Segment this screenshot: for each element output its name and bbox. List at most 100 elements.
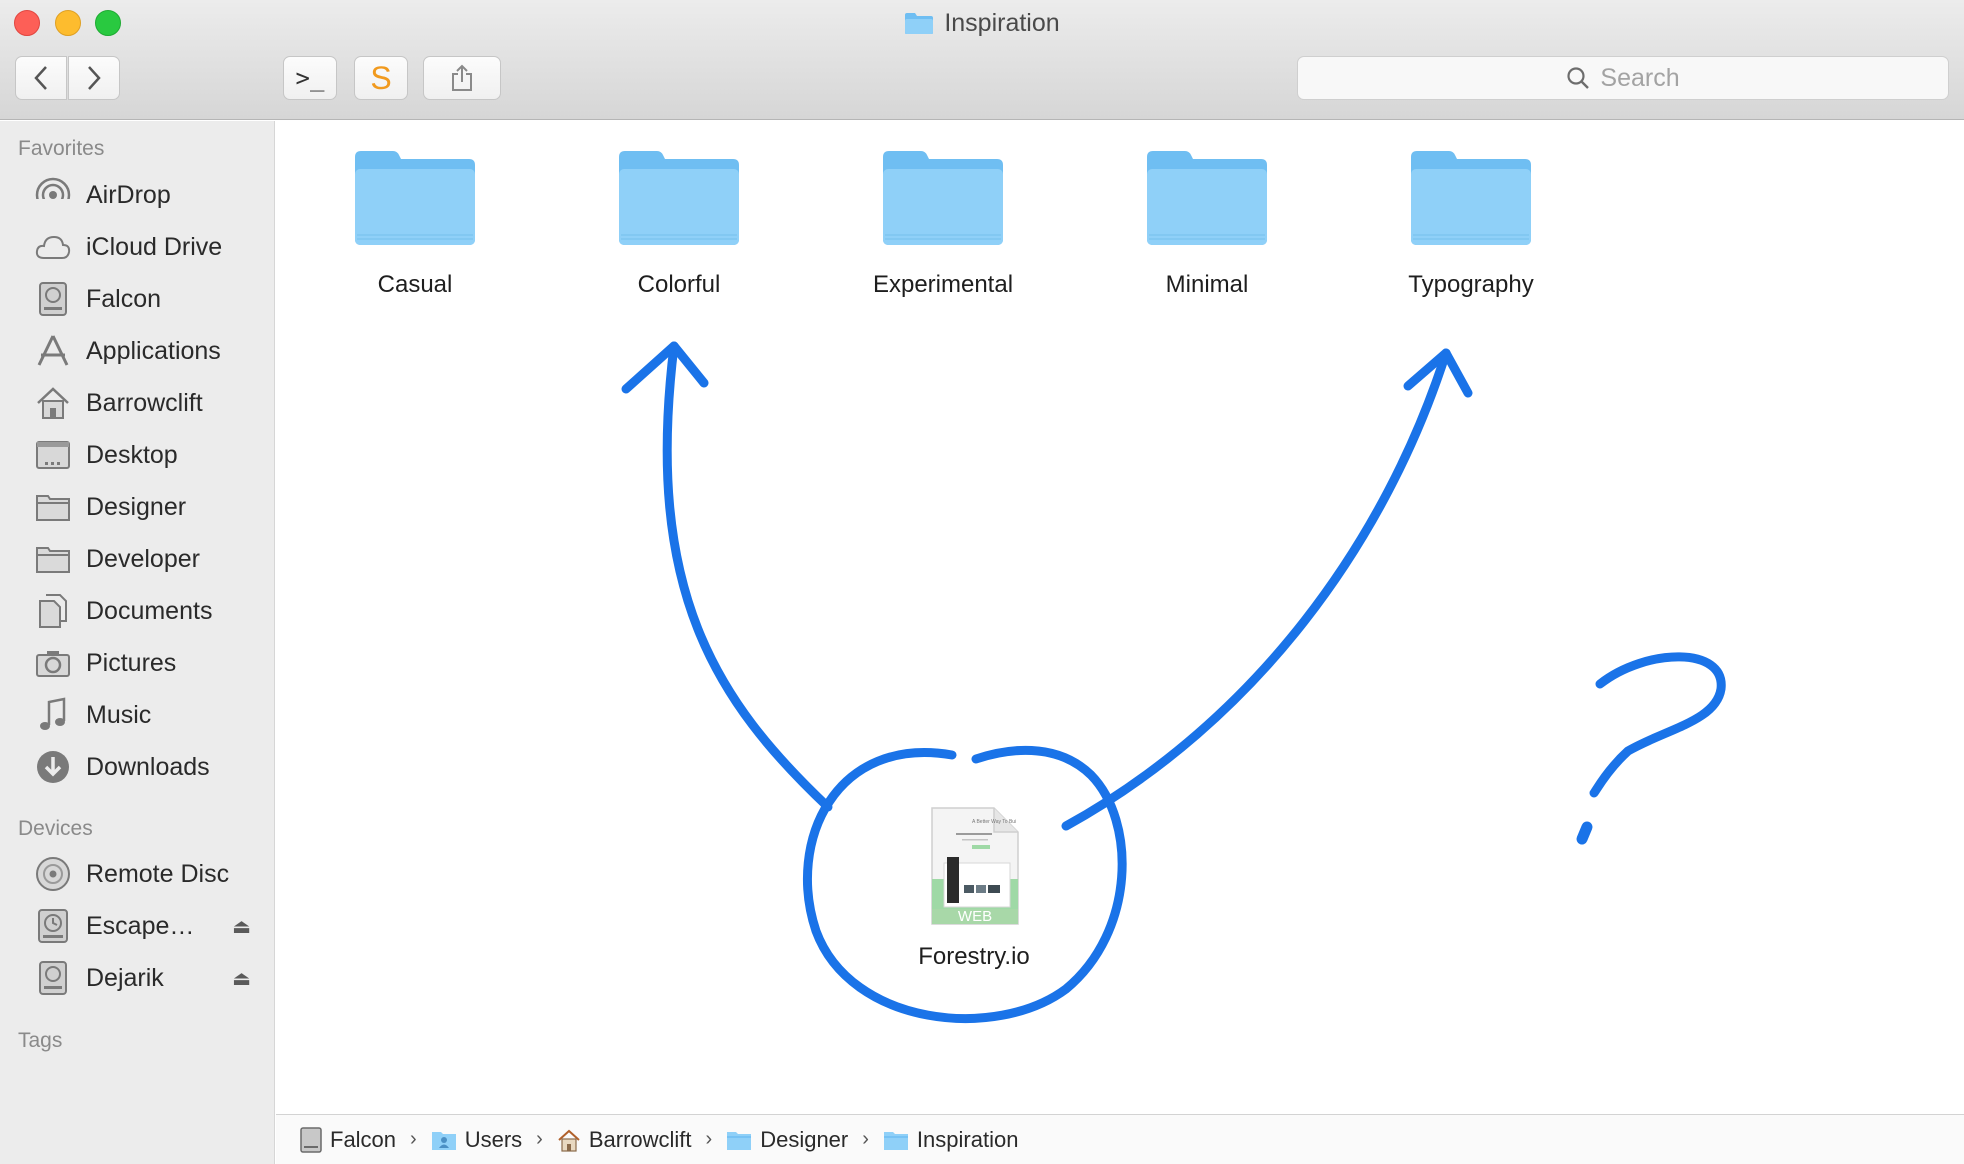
time-machine-icon — [34, 907, 72, 945]
annotation-arrow-left — [662, 341, 833, 812]
devices-heading: Devices — [18, 817, 93, 840]
finder-window: Inspiration >_ S Search Favorites AirDro… — [0, 0, 1964, 1164]
breadcrumb-inspiration[interactable]: Inspiration — [883, 1126, 1019, 1153]
folder-minimal[interactable]: Minimal — [1107, 149, 1307, 299]
chevron-right-icon: › — [410, 1128, 417, 1150]
eject-icon[interactable]: ⏏ — [232, 914, 251, 939]
folder-icon — [727, 1131, 752, 1150]
search-icon — [1567, 67, 1590, 89]
sidebar-item-label: Falcon — [86, 284, 162, 313]
folder-experimental[interactable]: Experimental — [843, 149, 1043, 299]
users-folder-icon — [431, 1131, 456, 1150]
sidebar-item-pictures[interactable]: Pictures — [34, 641, 259, 685]
sidebar-item-label: Dejarik — [86, 963, 164, 992]
sidebar-item-desktop[interactable]: Desktop — [34, 433, 259, 477]
sidebar-item-remote-disc[interactable]: Remote Disc — [34, 852, 259, 896]
disc-icon — [34, 855, 72, 893]
sidebar-item-label: Remote Disc — [86, 859, 230, 888]
sidebar-item-escape[interactable]: Escape… ⏏ — [34, 904, 259, 948]
hard-drive-icon — [300, 1126, 322, 1153]
window-title: Inspiration — [0, 8, 1964, 38]
search-placeholder: Search — [1600, 63, 1680, 92]
folder-label: Casual — [377, 271, 453, 298]
eject-icon[interactable]: ⏏ — [232, 966, 251, 991]
sidebar-item-documents[interactable]: Documents — [34, 589, 259, 633]
sidebar-item-downloads[interactable]: Downloads — [34, 745, 259, 789]
folder-icon — [619, 151, 739, 245]
sidebar-item-label: Desktop — [86, 440, 178, 469]
folder-icon — [904, 11, 934, 35]
sidebar-item-music[interactable]: Music — [34, 693, 259, 737]
home-icon — [34, 384, 72, 422]
forward-button[interactable] — [68, 56, 120, 100]
breadcrumb-users[interactable]: Users — [431, 1127, 522, 1153]
sidebar-item-designer[interactable]: Designer — [34, 485, 259, 529]
breadcrumb-label: Designer — [760, 1126, 849, 1152]
terminal-icon: >_ — [295, 64, 325, 92]
folder-icon — [883, 1131, 908, 1150]
web-document-icon: A Better Way To Bui WEB — [931, 807, 1019, 925]
sidebar-item-label: Escape… — [86, 911, 195, 940]
folder-casual[interactable]: Casual — [315, 149, 515, 299]
breadcrumb-label: Inspiration — [916, 1126, 1019, 1152]
music-note-icon — [34, 696, 72, 734]
window-title-text: Inspiration — [944, 8, 1060, 37]
sidebar-item-label: AirDrop — [86, 180, 171, 209]
chevron-right-icon — [88, 66, 101, 90]
folder-icon — [355, 151, 475, 245]
folder-icon — [1147, 151, 1267, 245]
share-icon — [452, 64, 472, 91]
annotation-arrowhead-left — [621, 341, 709, 394]
folder-icon — [34, 488, 72, 526]
annotation-question-mark — [1589, 652, 1726, 798]
folder-colorful[interactable]: Colorful — [579, 149, 779, 299]
sidebar-item-label: Music — [86, 700, 152, 729]
folder-typography[interactable]: Typography — [1371, 149, 1571, 299]
annotation-arrow-right — [1061, 348, 1451, 831]
breadcrumb-label: Falcon — [330, 1126, 397, 1152]
chevron-left-icon — [34, 66, 47, 90]
search-field[interactable]: Search — [1297, 56, 1949, 100]
sidebar-item-label: Pictures — [86, 648, 177, 677]
thumbnail-heading: A Better Way To Bui — [972, 819, 1016, 825]
desktop-icon — [34, 436, 72, 474]
back-button[interactable] — [15, 56, 67, 100]
sidebar-item-label: Applications — [86, 336, 221, 365]
sidebar-item-label: Documents — [86, 596, 213, 625]
sidebar-item-falcon[interactable]: Falcon — [34, 277, 259, 321]
favorites-heading: Favorites — [18, 137, 105, 160]
cloud-icon — [34, 228, 72, 266]
annotation-arrowhead-right — [1403, 348, 1473, 398]
sidebar-item-developer[interactable]: Developer — [34, 537, 259, 581]
open-terminal-button[interactable]: >_ — [283, 56, 337, 100]
sidebar-item-label: Barrowclift — [86, 388, 203, 417]
hard-drive-icon — [34, 280, 72, 318]
download-icon — [34, 748, 72, 786]
sidebar-item-icloud-drive[interactable]: iCloud Drive — [34, 225, 259, 269]
breadcrumb-barrowclift[interactable]: Barrowclift — [557, 1127, 692, 1153]
sidebar: Favorites AirDrop iCloud Drive Falcon Ap… — [0, 121, 275, 1164]
camera-icon — [34, 644, 72, 682]
breadcrumb-label: Users — [464, 1126, 523, 1152]
folder-label: Minimal — [1165, 271, 1249, 298]
folder-icon — [34, 540, 72, 578]
sidebar-item-applications[interactable]: Applications — [34, 329, 259, 373]
breadcrumb-falcon[interactable]: Falcon — [300, 1127, 396, 1153]
sidebar-item-barrowclift[interactable]: Barrowclift — [34, 381, 259, 425]
open-in-sublime-button[interactable]: S — [354, 56, 408, 100]
sidebar-item-airdrop[interactable]: AirDrop — [34, 173, 259, 217]
tags-heading: Tags — [18, 1029, 63, 1052]
airdrop-icon — [34, 176, 72, 214]
folder-label: Experimental — [872, 271, 1014, 298]
documents-icon — [34, 592, 72, 630]
file-forestry-io[interactable]: A Better Way To Bui WEB Forestry.io — [874, 805, 1074, 971]
folder-icon — [883, 151, 1003, 245]
home-icon — [558, 1129, 580, 1152]
web-badge: WEB — [958, 908, 992, 925]
breadcrumb-designer[interactable]: Designer — [726, 1127, 848, 1153]
share-button[interactable] — [423, 56, 501, 100]
sidebar-item-dejarik[interactable]: Dejarik ⏏ — [34, 956, 259, 1000]
sublime-icon: S — [370, 59, 392, 96]
annotation-question-dot — [1576, 821, 1593, 845]
file-browser: Casual Colorful Experimental Minimal Typ… — [276, 121, 1964, 1114]
